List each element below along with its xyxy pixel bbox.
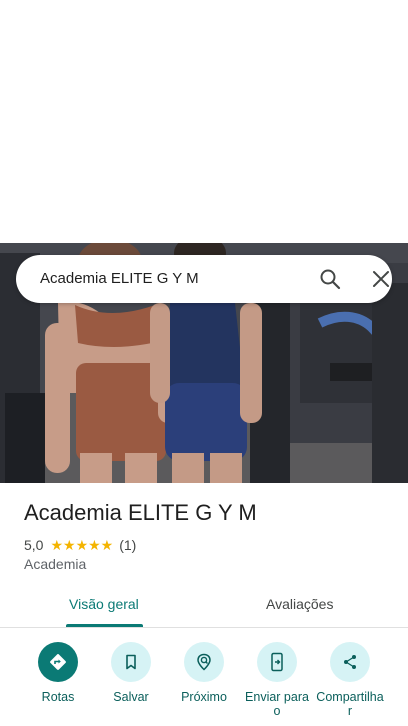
bookmark-icon — [111, 642, 151, 682]
save-button[interactable]: Salvar — [93, 642, 169, 704]
search-input[interactable]: Academia ELITE G Y M — [40, 270, 199, 287]
send-to-phone-icon — [257, 642, 297, 682]
search-bar[interactable]: Academia ELITE G Y M — [16, 255, 392, 303]
rating-row[interactable]: 5,0 ★★★★★ (1) — [24, 536, 136, 554]
star-rating-icon: ★★★★★ — [50, 536, 114, 553]
place-category: Academia — [24, 556, 87, 572]
send-to-phone-label: Enviar para o — [245, 690, 309, 718]
share-button[interactable]: Compartilhar — [312, 642, 388, 718]
share-label: Compartilhar — [316, 690, 384, 718]
tabs-divider — [0, 627, 408, 628]
nearby-label: Próximo — [181, 690, 227, 704]
send-to-phone-button[interactable]: Enviar para o — [239, 642, 315, 718]
nearby-icon — [184, 642, 224, 682]
directions-label: Rotas — [41, 690, 75, 704]
share-icon — [330, 642, 370, 682]
review-count: (1) — [119, 537, 137, 553]
search-icon[interactable] — [318, 267, 342, 291]
nearby-button[interactable]: Próximo — [166, 642, 242, 704]
directions-icon — [38, 642, 78, 682]
rating-value: 5,0 — [24, 537, 44, 553]
place-title: Academia ELITE G Y M — [24, 500, 257, 525]
map-area[interactable] — [0, 0, 408, 243]
tab-reviews[interactable]: Avaliações — [266, 596, 333, 616]
close-icon[interactable] — [369, 267, 393, 291]
directions-button[interactable]: Rotas — [20, 642, 96, 704]
save-label: Salvar — [113, 690, 149, 704]
tab-overview[interactable]: Visão geral — [69, 596, 139, 616]
